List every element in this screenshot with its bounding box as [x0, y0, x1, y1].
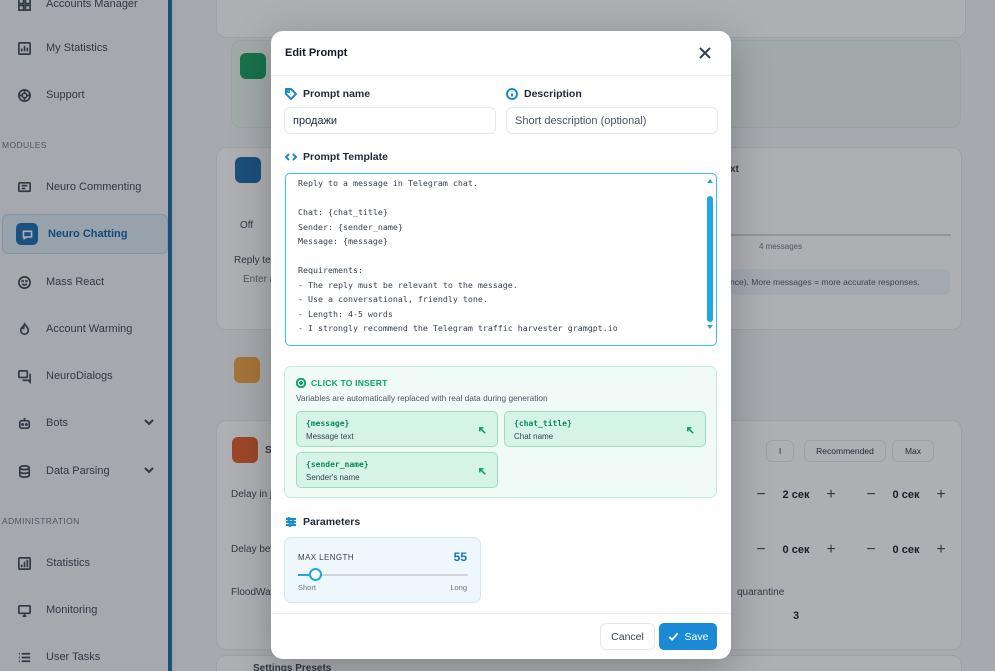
insert-arrow-icon — [478, 424, 488, 434]
close-button[interactable] — [697, 45, 713, 61]
variable-desc: Message text — [306, 432, 354, 441]
save-button[interactable]: Save — [659, 623, 717, 650]
code-icon — [285, 153, 297, 161]
parameters-label: Parameters — [285, 516, 360, 528]
sliders-icon — [286, 517, 296, 527]
dialog-title: Edit Prompt — [285, 47, 348, 59]
variable-code: {chat_title} — [514, 419, 572, 428]
plus-circle-icon — [296, 378, 306, 388]
slider-min-label: Short — [298, 583, 316, 592]
dialog-header: Edit Prompt — [271, 31, 731, 76]
cancel-button[interactable]: Cancel — [600, 623, 655, 650]
insert-arrow-icon — [686, 424, 696, 434]
slider-max-label: Long — [450, 583, 467, 592]
dialog-footer: Cancel Save — [271, 613, 731, 659]
scroll-up-icon[interactable] — [707, 178, 713, 184]
edit-prompt-dialog: Edit Prompt Prompt name Description Prom… — [271, 31, 731, 659]
prompt-template-label: Prompt Template — [285, 151, 388, 163]
max-length-card: MAX LENGTH 55 Short Long — [284, 537, 481, 603]
slider-handle[interactable] — [309, 568, 322, 581]
max-length-value: 55 — [453, 550, 467, 564]
insert-title: CLICK TO INSERT — [296, 378, 388, 388]
close-icon — [699, 47, 711, 59]
variables-panel: CLICK TO INSERT Variables are automatica… — [284, 366, 717, 498]
insert-arrow-icon — [478, 465, 488, 475]
description-label: Description — [506, 88, 582, 100]
max-length-slider[interactable] — [298, 568, 468, 581]
prompt-name-input[interactable] — [284, 107, 496, 134]
scrollbar-thumb[interactable] — [707, 196, 713, 322]
variable-chip-chat-title[interactable]: {chat_title} Chat name — [504, 411, 706, 447]
prompt-name-label: Prompt name — [285, 88, 370, 100]
variable-chip-sender-name[interactable]: {sender_name} Sender's name — [296, 452, 498, 488]
description-input[interactable] — [506, 107, 718, 134]
scroll-down-icon[interactable] — [707, 324, 713, 330]
insert-subtitle: Variables are automatically replaced wit… — [296, 393, 548, 403]
variable-code: {sender_name} — [306, 460, 369, 469]
variable-desc: Sender's name — [306, 473, 360, 482]
template-text: Reply to a message in Telegram chat. Cha… — [298, 178, 618, 333]
variable-chip-message[interactable]: {message} Message text — [296, 411, 498, 447]
tag-icon — [285, 88, 297, 100]
prompt-template-textarea[interactable]: Reply to a message in Telegram chat. Cha… — [285, 173, 717, 346]
variable-desc: Chat name — [514, 432, 554, 441]
info-icon — [506, 88, 518, 100]
check-icon — [668, 632, 678, 642]
max-length-label: MAX LENGTH — [298, 553, 355, 562]
variable-code: {message} — [306, 419, 350, 428]
